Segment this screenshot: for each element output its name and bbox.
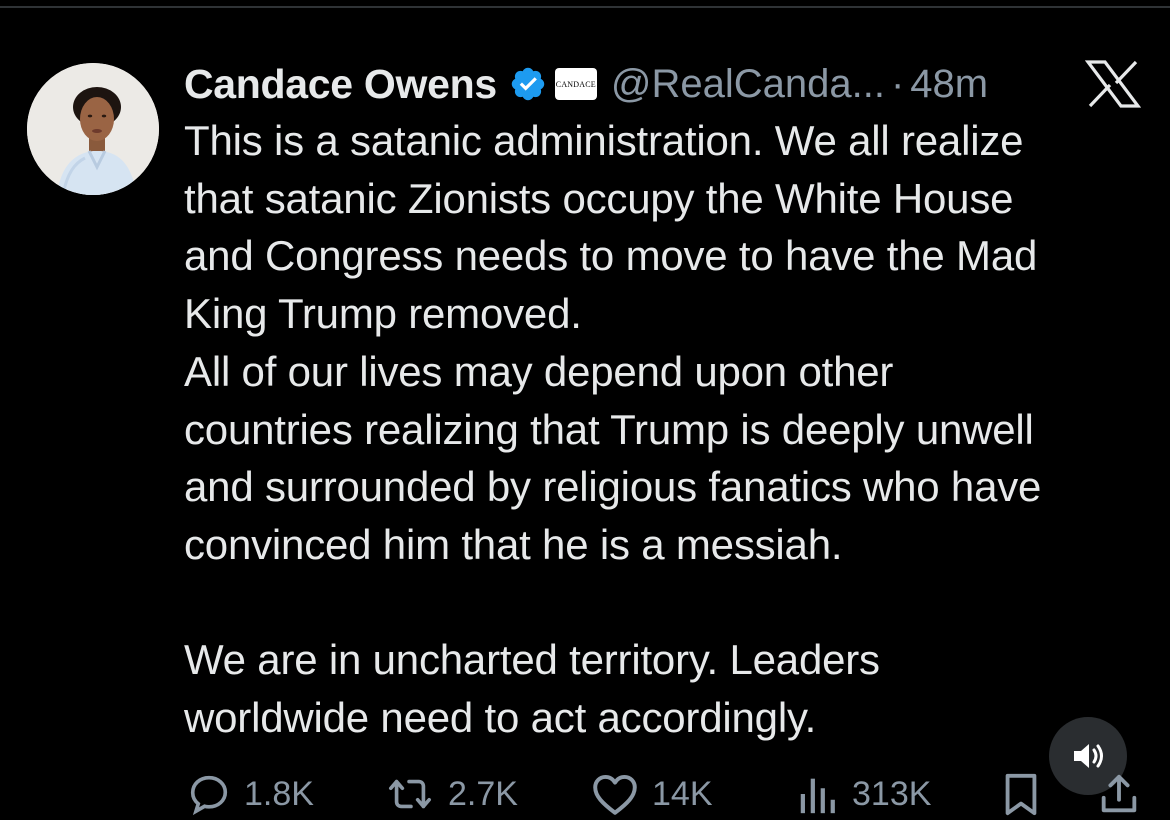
post-text-line: convinced him that he is a messiah. (184, 520, 843, 568)
action-bar: 1.8K 2.7K 14K 313K (186, 768, 1170, 820)
post-header: Candace Owens CANDACE @RealCanda... · 48… (184, 56, 988, 112)
x-logo-icon (1084, 60, 1142, 108)
view-count: 313K (852, 774, 932, 813)
post-text-line: worldwide need to act accordingly. (184, 694, 817, 742)
repost-count: 2.7K (448, 774, 518, 813)
like-button[interactable]: 14K (590, 768, 713, 820)
bookmark-icon (1005, 773, 1037, 816)
post-text-line: countries realizing that Trump is deeply… (184, 405, 1034, 453)
post-timestamp[interactable]: 48m (910, 62, 988, 107)
share-button[interactable] (1096, 768, 1142, 820)
repost-icon (389, 779, 431, 809)
top-divider (0, 6, 1170, 8)
reply-button[interactable]: 1.8K (186, 768, 314, 820)
views-icon (800, 778, 835, 814)
post-text-line: and Congress needs to move to have the M… (184, 232, 1038, 280)
heart-icon (593, 774, 637, 815)
reply-icon (190, 775, 228, 816)
affiliate-badge[interactable]: CANDACE (554, 68, 597, 100)
like-count: 14K (652, 774, 713, 813)
post-text-line: that satanic Zionists occupy the White H… (184, 174, 1014, 222)
reply-count: 1.8K (244, 774, 314, 813)
bookmark-button[interactable] (998, 768, 1044, 820)
verified-badge-icon[interactable] (509, 65, 547, 103)
post-text-line: and surrounded by religious fanatics who… (184, 463, 1042, 511)
post-text: This is a satanic administration. We all… (184, 112, 1144, 747)
share-icon (1101, 774, 1137, 813)
post-text-line: This is a satanic administration. We all… (184, 117, 1024, 164)
post-text-line: King Trump removed. (184, 290, 582, 338)
avatar-portrait (27, 63, 159, 195)
views-button[interactable]: 313K (796, 768, 931, 820)
header-separator: · (890, 61, 905, 106)
avatar[interactable] (27, 63, 159, 195)
author-display-name[interactable]: Candace Owens (184, 61, 497, 108)
author-handle[interactable]: @RealCanda... (611, 62, 885, 107)
repost-button[interactable]: 2.7K (384, 768, 518, 820)
post-text-line: All of our lives may depend upon other (184, 347, 894, 395)
post-text-line: We are in uncharted territory. Leaders (184, 636, 880, 684)
